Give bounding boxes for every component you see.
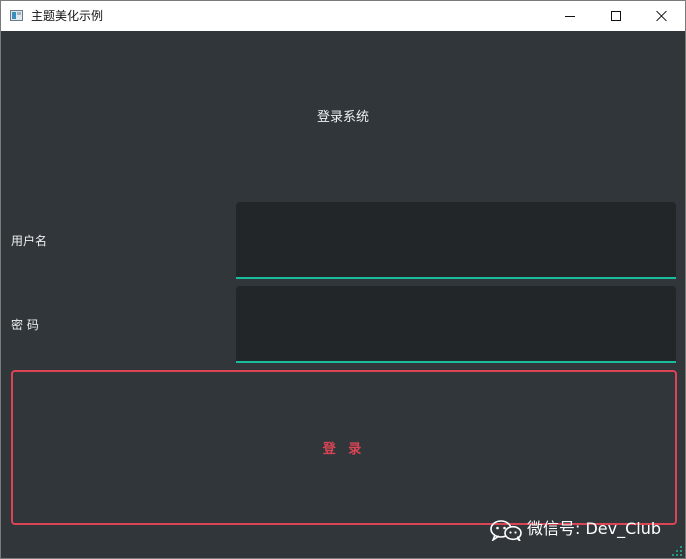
username-input[interactable] [236,202,676,279]
wechat-icon [490,520,522,541]
login-button[interactable]: 登 录 [11,370,677,525]
size-grip-icon[interactable] [669,543,683,557]
app-window-icon [10,10,23,21]
close-icon [656,10,668,22]
app-window: 主题美化示例 登录系统 用户名 密 码 登 录 微信号: Dev_Club [0,0,686,559]
close-button[interactable] [639,1,685,31]
minimize-icon [565,16,575,17]
password-input[interactable] [236,286,676,363]
watermark-text: 微信号: Dev_Club [527,519,662,538]
page-title: 登录系统 [316,110,369,125]
title-bar[interactable]: 主题美化示例 [1,1,685,31]
maximize-icon [611,11,621,21]
username-label: 用户名 [11,234,48,248]
window-title: 主题美化示例 [31,9,104,23]
maximize-button[interactable] [593,1,639,31]
login-form: 登录系统 用户名 密 码 登 录 微信号: Dev_Club [1,31,685,558]
password-label: 密 码 [11,318,39,332]
minimize-button[interactable] [547,1,593,31]
